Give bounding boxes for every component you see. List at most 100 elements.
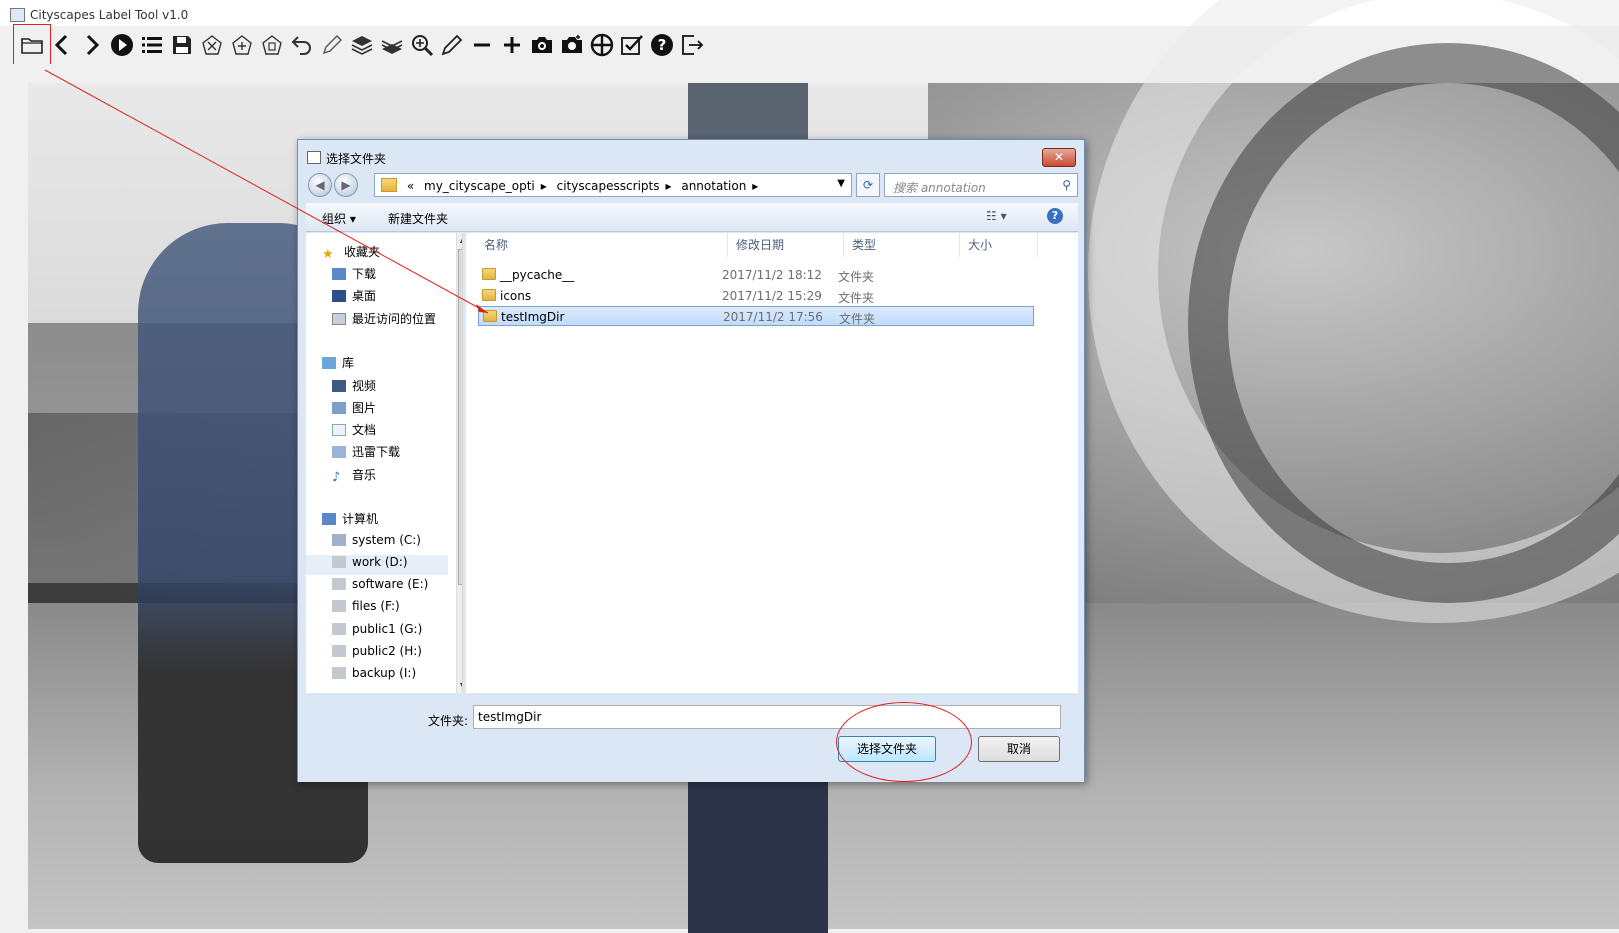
- help-icon[interactable]: ?: [649, 32, 675, 58]
- search-icon[interactable]: ⚲: [1062, 178, 1071, 192]
- breadcrumb-overflow[interactable]: «: [407, 179, 414, 193]
- library-icon: [322, 357, 336, 369]
- previous-icon[interactable]: [49, 32, 75, 58]
- address-row: ◀ ▶ « my_cityscape_opti ▸ cityscapesscrip…: [306, 173, 1078, 199]
- drive-icon: [332, 645, 346, 657]
- nav-drive-h[interactable]: public2 (H:): [332, 644, 462, 664]
- new-folder-button[interactable]: 新建文件夹: [388, 210, 448, 227]
- breadcrumb-separator-icon[interactable]: ▸: [752, 179, 758, 193]
- nav-item-documents[interactable]: 文档: [332, 421, 462, 441]
- close-button[interactable]: ✕: [1042, 148, 1076, 167]
- select-folder-dialog: 选择文件夹 ✕ ◀ ▶ « my_cityscape_opti ▸ citysca…: [297, 139, 1085, 782]
- address-bar[interactable]: « my_cityscape_opti ▸ cityscapesscripts ▸ …: [374, 173, 852, 197]
- thunder-download-icon: [332, 446, 346, 458]
- nav-item-recent[interactable]: 最近访问的位置: [332, 310, 462, 330]
- folder-icon: [482, 289, 496, 301]
- delete-polygon-icon[interactable]: [259, 32, 285, 58]
- breadcrumb-item[interactable]: cityscapesscripts: [557, 179, 660, 193]
- screenshot-icon[interactable]: [529, 32, 555, 58]
- nav-drive-i[interactable]: backup (I:): [332, 666, 462, 686]
- recent-places-icon: [332, 313, 346, 325]
- help-icon[interactable]: ?: [1047, 208, 1063, 224]
- nav-item-videos[interactable]: 视频: [332, 377, 462, 397]
- organize-button[interactable]: 组织 ▾: [322, 210, 356, 227]
- breadcrumb-separator-icon[interactable]: ▸: [541, 179, 547, 193]
- column-size[interactable]: 大小: [960, 233, 1038, 257]
- clear-polygon-icon[interactable]: [199, 32, 225, 58]
- check-icon[interactable]: [619, 32, 645, 58]
- breadcrumb-item[interactable]: annotation: [681, 179, 746, 193]
- drive-icon: [332, 623, 346, 635]
- nav-favorites[interactable]: ★ 收藏夹: [322, 243, 462, 263]
- file-row[interactable]: icons 2017/11/2 15:29 文件夹: [478, 286, 1034, 306]
- folder-icon: [381, 178, 397, 192]
- svg-text:?: ?: [658, 36, 667, 54]
- dialog-icon: [307, 151, 321, 164]
- undo-icon[interactable]: [289, 32, 315, 58]
- drive-icon: [332, 667, 346, 679]
- folder-icon: [483, 310, 497, 322]
- music-icon: ♪: [332, 470, 341, 485]
- layer-down-icon[interactable]: [379, 32, 405, 58]
- file-list: 名称 修改日期 类型 大小 __pycache__ 2017/11/2 18:1…: [466, 233, 1078, 693]
- list-icon[interactable]: [139, 32, 165, 58]
- nav-item-music[interactable]: ♪ 音乐: [332, 466, 462, 486]
- column-date[interactable]: 修改日期: [728, 233, 844, 257]
- column-type[interactable]: 类型: [844, 233, 960, 257]
- nav-scrollbar[interactable]: ▲ ▼: [456, 233, 462, 693]
- pencil-icon[interactable]: [439, 32, 465, 58]
- nav-item-downloads[interactable]: 下载: [332, 265, 462, 285]
- desktop-icon: [332, 290, 346, 302]
- drive-icon: [332, 556, 346, 568]
- dialog-titlebar: 选择文件夹 ✕: [298, 140, 1084, 170]
- exit-icon[interactable]: [679, 32, 705, 58]
- zoom-icon[interactable]: [409, 32, 435, 58]
- column-name[interactable]: 名称: [476, 233, 728, 257]
- dialog-title: 选择文件夹: [326, 152, 387, 166]
- layer-up-icon[interactable]: [349, 32, 375, 58]
- nav-drive-d[interactable]: work (D:): [306, 555, 448, 575]
- breadcrumb-item[interactable]: my_cityscape_opti: [424, 179, 535, 193]
- breadcrumb-separator-icon[interactable]: ▸: [665, 179, 671, 193]
- plus-icon[interactable]: [499, 32, 525, 58]
- cancel-button[interactable]: 取消: [978, 736, 1060, 762]
- app-icon: [10, 8, 25, 22]
- command-bar: 组织 ▾ 新建文件夹 ☷ ▾ ?: [306, 203, 1078, 232]
- open-folder-highlight: [13, 24, 51, 69]
- crosshair-icon[interactable]: [589, 32, 615, 58]
- screenshot-toggle-icon[interactable]: [559, 32, 585, 58]
- next-icon[interactable]: [79, 32, 105, 58]
- folder-input[interactable]: testImgDir: [473, 705, 1061, 729]
- folder-icon: [482, 268, 496, 280]
- nav-item-desktop[interactable]: 桌面: [332, 287, 462, 307]
- nav-drive-g[interactable]: public1 (G:): [332, 622, 462, 642]
- forward-button[interactable]: ▶: [334, 173, 358, 197]
- search-placeholder: 搜索 annotation: [893, 181, 986, 195]
- refresh-button[interactable]: ⟳: [856, 173, 880, 197]
- search-input[interactable]: 搜索 annotation ⚲: [884, 173, 1078, 197]
- file-row-selected[interactable]: testImgDir 2017/11/2 17:56 文件夹: [478, 306, 1034, 326]
- back-button[interactable]: ◀: [308, 173, 332, 197]
- nav-drive-e[interactable]: software (E:): [332, 577, 462, 597]
- new-polygon-icon[interactable]: [229, 32, 255, 58]
- computer-icon: [322, 513, 336, 525]
- play-icon[interactable]: [109, 32, 135, 58]
- nav-computer[interactable]: 计算机: [322, 510, 462, 530]
- edit-icon[interactable]: [319, 32, 345, 58]
- scroll-up-icon[interactable]: ▲: [457, 233, 462, 247]
- nav-libraries[interactable]: 库: [322, 354, 462, 374]
- drive-icon: [332, 600, 346, 612]
- minus-icon[interactable]: [469, 32, 495, 58]
- system-drive-icon: [332, 534, 346, 546]
- view-options-icon[interactable]: ☷ ▾: [986, 209, 1007, 223]
- nav-drive-f[interactable]: files (F:): [332, 599, 462, 619]
- save-icon[interactable]: [169, 32, 195, 58]
- nav-item-pictures[interactable]: 图片: [332, 399, 462, 419]
- address-dropdown-icon[interactable]: ▼: [837, 178, 845, 189]
- nav-drive-c[interactable]: system (C:): [332, 533, 462, 553]
- scrollbar-thumb[interactable]: [458, 249, 462, 585]
- file-row[interactable]: __pycache__ 2017/11/2 18:12 文件夹: [478, 265, 1034, 285]
- window-title: Cityscapes Label Tool v1.0: [30, 8, 189, 22]
- scroll-down-icon[interactable]: ▼: [457, 679, 462, 693]
- nav-item-thunder[interactable]: 迅雷下载: [332, 443, 462, 463]
